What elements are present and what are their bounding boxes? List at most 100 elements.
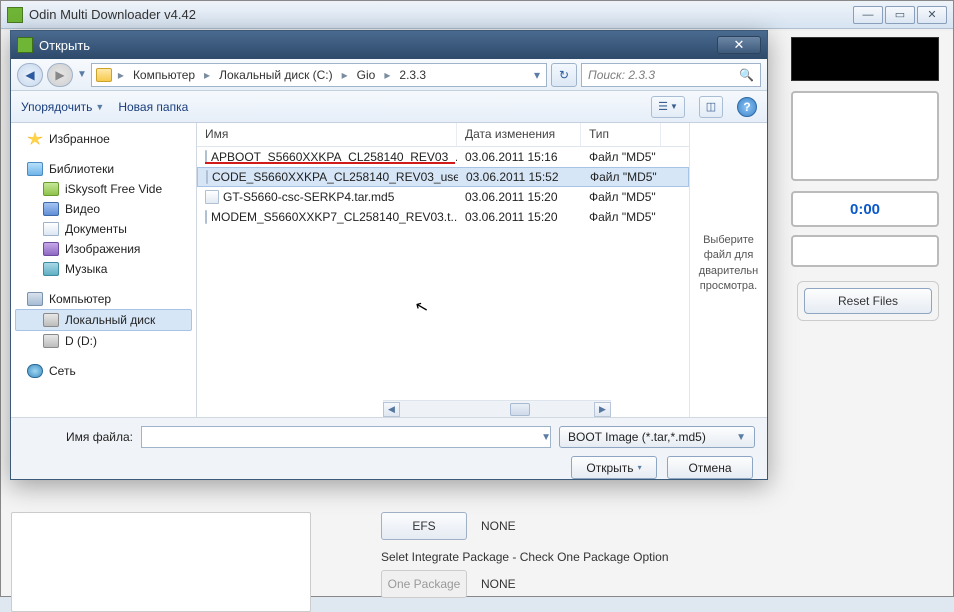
odin-log-box (11, 512, 311, 612)
efs-value: NONE (481, 519, 516, 533)
filename-input[interactable] (141, 426, 551, 448)
odin-file-slots: EFS NONE Selet Integrate Package - Check… (381, 512, 943, 608)
pkg-section-label: Selet Integrate Package - Check One Pack… (381, 550, 943, 564)
organize-menu[interactable]: Упорядочить▼ (21, 100, 104, 114)
odin-titlebar: Odin Multi Downloader v4.42 — ▭ ✕ (1, 1, 953, 29)
nav-history-dropdown[interactable]: ▼ (77, 69, 87, 80)
highlight-underline (205, 162, 455, 164)
folder-icon (96, 68, 112, 82)
close-button[interactable]: ✕ (917, 6, 947, 24)
tree-drive-d[interactable]: D (D:) (15, 331, 192, 351)
tree-iskysoft[interactable]: iSkysoft Free Vide (15, 179, 192, 199)
dialog-buttons: Открыть▾ Отмена (23, 456, 755, 479)
nav-forward-button[interactable]: ▶ (47, 63, 73, 87)
file-open-dialog: Открыть ✕ ◀ ▶ ▼ ▸ Компьютер ▸ Локальный … (10, 30, 768, 480)
drive-icon (43, 334, 59, 348)
chevron-down-icon: ▼ (736, 432, 746, 443)
odin-title: Odin Multi Downloader v4.42 (29, 7, 196, 22)
image-icon (43, 242, 59, 256)
horizontal-scrollbar[interactable]: ◀ ▶ (383, 400, 611, 417)
odin-timer: 0:00 (791, 191, 939, 227)
file-row[interactable]: MODEM_S5660XXKP7_CL258140_REV03.t... 03.… (197, 207, 689, 227)
drive-icon (43, 313, 59, 327)
open-button[interactable]: Открыть▾ (571, 456, 657, 479)
efs-button[interactable]: EFS (381, 512, 467, 540)
view-mode-button[interactable]: ☰▼ (651, 96, 685, 118)
file-list[interactable]: Имя Дата изменения Тип APBOOT_S5660XXKPA… (197, 123, 689, 417)
odin-slot-2 (791, 235, 939, 267)
music-icon (43, 262, 59, 276)
nav-back-button[interactable]: ◀ (17, 63, 43, 87)
filetype-dropdown[interactable]: BOOT Image (*.tar,*.md5) ▼ (559, 426, 755, 448)
preview-pane: Выберите файл для дварительн просмотра. (689, 123, 767, 417)
tree-drive-c[interactable]: Локальный диск (15, 309, 192, 331)
one-package-button[interactable]: One Package (381, 570, 467, 598)
computer-icon (27, 292, 43, 306)
tree-images[interactable]: Изображения (15, 239, 192, 259)
chevron-down-icon: ▼ (95, 102, 104, 112)
tree-libraries[interactable]: Библиотеки (15, 159, 192, 179)
onepkg-row: One Package NONE (381, 570, 943, 598)
file-row[interactable]: APBOOT_S5660XXKPA_CL258140_REV03_... 03.… (197, 147, 689, 167)
filename-row: Имя файла: ▼ BOOT Image (*.tar,*.md5) ▼ (23, 426, 755, 448)
tree-music[interactable]: Музыка (15, 259, 192, 279)
odin-status-box (791, 37, 939, 81)
file-row[interactable]: GT-S5660-csc-SERKP4.tar.md5 03.06.2011 1… (197, 187, 689, 207)
breadcrumb-dropdown[interactable]: ▾ (532, 68, 542, 82)
breadcrumb-sep: ▸ (116, 68, 126, 82)
file-area: Имя Дата изменения Тип APBOOT_S5660XXKPA… (197, 123, 767, 417)
tree-favorites[interactable]: Избранное (15, 129, 192, 149)
cancel-button[interactable]: Отмена (667, 456, 753, 479)
tree-network[interactable]: Сеть (15, 361, 192, 381)
file-icon (205, 190, 219, 204)
open-split-icon: ▾ (638, 463, 642, 472)
scroll-right-button[interactable]: ▶ (594, 402, 611, 417)
breadcrumb-computer[interactable]: Компьютер (130, 68, 198, 82)
filename-label: Имя файла: (23, 430, 133, 444)
tree-documents[interactable]: Документы (15, 219, 192, 239)
help-button[interactable]: ? (737, 97, 757, 117)
minimize-button[interactable]: — (853, 6, 883, 24)
new-folder-button[interactable]: Новая папка (118, 100, 188, 114)
filename-dropdown-icon[interactable]: ▼ (541, 432, 551, 443)
file-row[interactable]: CODE_S5660XXKPA_CL258140_REV03_use... 03… (197, 167, 689, 187)
dialog-main: Избранное Библиотеки iSkysoft Free Vide … (11, 123, 767, 417)
search-icon: 🔍 (739, 68, 754, 82)
tree-video[interactable]: Видео (15, 199, 192, 219)
search-input[interactable]: Поиск: 2.3.3 🔍 (581, 63, 761, 87)
scroll-track[interactable] (400, 402, 594, 417)
dialog-title: Открыть (39, 38, 90, 53)
scroll-left-button[interactable]: ◀ (383, 402, 400, 417)
col-type[interactable]: Тип (581, 123, 661, 146)
network-icon (27, 364, 43, 378)
file-icon (205, 210, 207, 224)
document-icon (43, 222, 59, 236)
breadcrumb-gio[interactable]: Gio (354, 68, 379, 82)
app-icon (43, 182, 59, 196)
nav-tree[interactable]: Избранное Библиотеки iSkysoft Free Vide … (11, 123, 197, 417)
reset-files-button[interactable]: Reset Files (804, 288, 932, 314)
file-header[interactable]: Имя Дата изменения Тип (197, 123, 689, 147)
dialog-close-button[interactable]: ✕ (717, 36, 761, 54)
maximize-button[interactable]: ▭ (885, 6, 915, 24)
window-buttons: — ▭ ✕ (851, 6, 947, 24)
refresh-button[interactable]: ↻ (551, 63, 577, 87)
file-rows: APBOOT_S5660XXKPA_CL258140_REV03_... 03.… (197, 147, 689, 227)
video-icon (43, 202, 59, 216)
preview-pane-button[interactable]: ◫ (699, 96, 723, 118)
tree-computer[interactable]: Компьютер (15, 289, 192, 309)
address-bar[interactable]: ▸ Компьютер ▸ Локальный диск (C:) ▸ Gio … (91, 63, 547, 87)
cursor-icon: ↖ (413, 296, 431, 319)
dialog-icon (17, 37, 33, 53)
file-icon (206, 170, 208, 184)
breadcrumb-drive[interactable]: Локальный диск (C:) (216, 68, 336, 82)
scroll-thumb[interactable] (510, 403, 530, 416)
breadcrumb-ver[interactable]: 2.3.3 (396, 68, 429, 82)
library-icon (27, 162, 43, 176)
star-icon (27, 132, 43, 146)
efs-row: EFS NONE (381, 512, 943, 540)
col-name[interactable]: Имя (197, 123, 457, 146)
odin-app-icon (7, 7, 23, 23)
dialog-bottom: Имя файла: ▼ BOOT Image (*.tar,*.md5) ▼ … (11, 417, 767, 479)
col-date[interactable]: Дата изменения (457, 123, 581, 146)
